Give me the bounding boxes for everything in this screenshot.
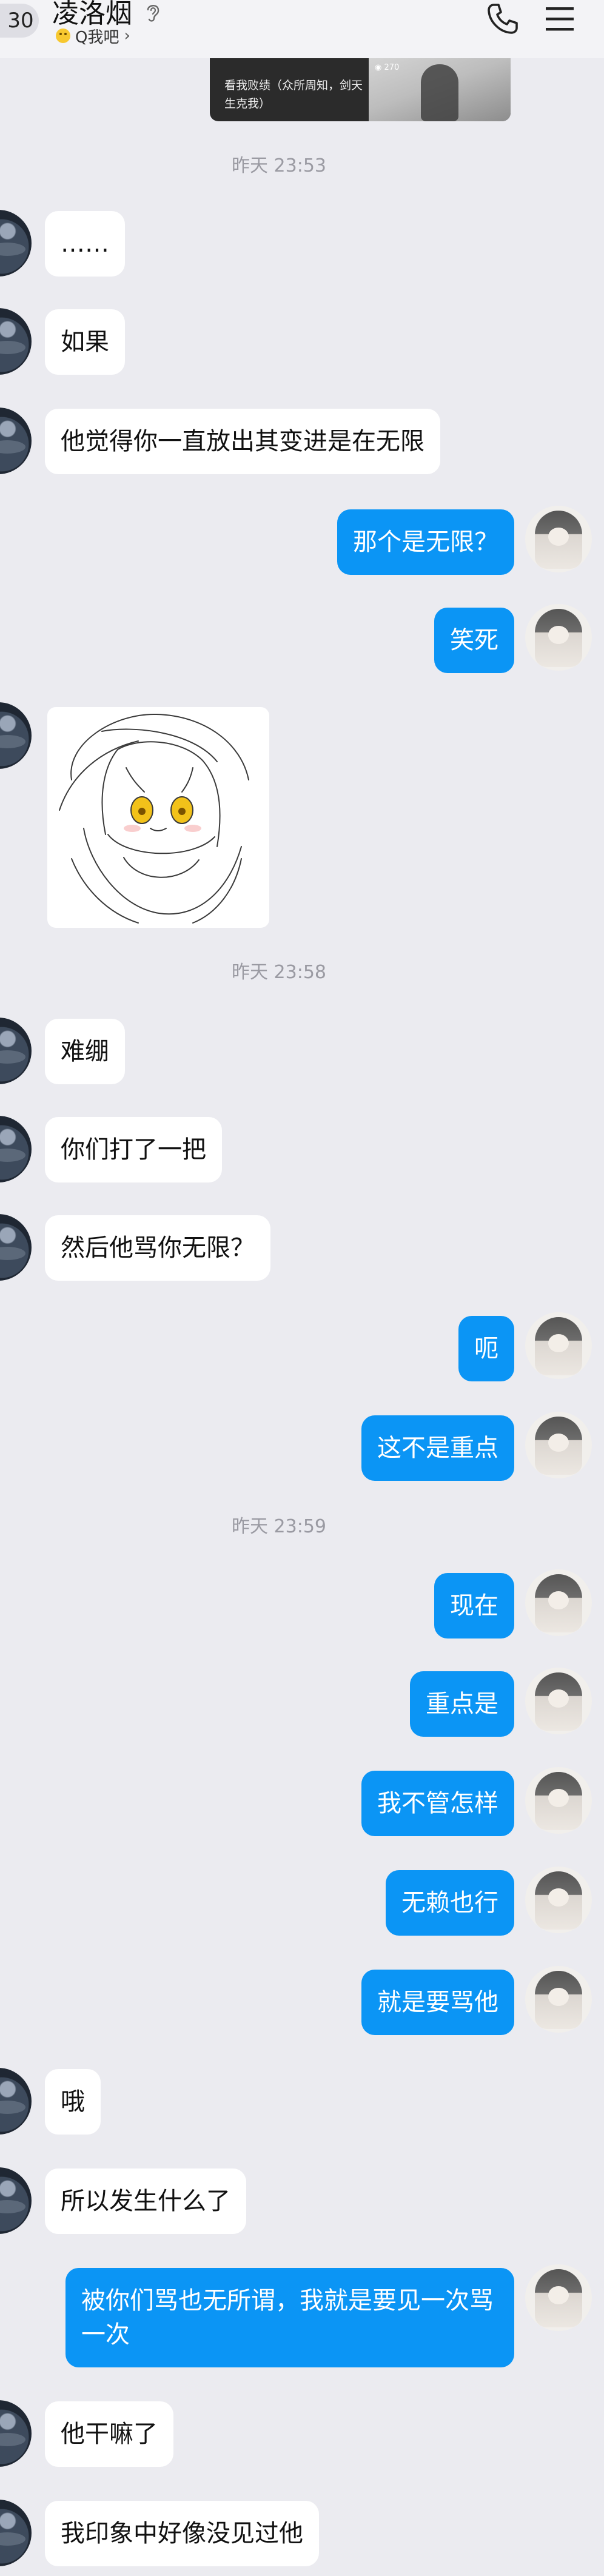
timestamp: 昨天 23:58: [232, 962, 326, 983]
message-bubble-in[interactable]: 然后他骂你无限？: [45, 1215, 270, 1281]
back-unread-badge[interactable]: 30: [0, 4, 39, 38]
phone-icon[interactable]: [485, 1, 520, 36]
my-avatar[interactable]: [525, 2264, 592, 2331]
contact-avatar[interactable]: [0, 2068, 32, 2135]
contact-avatar[interactable]: [0, 1116, 32, 1182]
contact-avatar[interactable]: [0, 1214, 32, 1281]
contact-avatar[interactable]: [0, 2167, 32, 2234]
message-bubble-out[interactable]: 那个是无限？: [337, 509, 514, 575]
my-avatar[interactable]: [525, 1966, 592, 2033]
message-bubble-out[interactable]: 现在: [434, 1573, 514, 1639]
contact-avatar[interactable]: [0, 702, 32, 769]
card-view-count: ◉ 270: [375, 63, 400, 72]
my-avatar[interactable]: [525, 1668, 592, 1734]
message-bubble-out[interactable]: 被你们骂也无所谓，我就是要见一次骂一次: [65, 2268, 514, 2367]
message-bubble-in[interactable]: 如果: [45, 309, 125, 375]
message-bubble-in[interactable]: 哦: [45, 2069, 101, 2135]
my-avatar[interactable]: [525, 604, 592, 671]
timestamp: 昨天 23:59: [232, 1516, 326, 1537]
card-thumbnail: ◉ 270: [369, 58, 511, 121]
shared-video-card[interactable]: 看我败绩（众所周知，剑天生克我） ◉ 270: [210, 58, 511, 121]
online-status[interactable]: Q我吧 ›: [56, 25, 130, 47]
message-bubble-in[interactable]: 难绷: [45, 1019, 125, 1084]
message-bubble-in[interactable]: 所以发生什么了: [45, 2168, 246, 2234]
sticker-drawing: [59, 713, 249, 924]
message-bubble-out[interactable]: 就是要骂他: [361, 1970, 514, 2035]
contact-avatar[interactable]: [0, 2500, 32, 2566]
message-bubble-out[interactable]: 重点是: [410, 1671, 514, 1737]
timestamp: 昨天 23:53: [232, 155, 326, 176]
my-avatar[interactable]: [525, 1867, 592, 1933]
contact-avatar[interactable]: [0, 210, 32, 277]
chevron-right-icon: ›: [124, 27, 130, 45]
status-text: Q我吧: [75, 28, 119, 47]
contact-avatar[interactable]: [0, 408, 32, 474]
contact-avatar[interactable]: [0, 1018, 32, 1084]
menu-icon[interactable]: [545, 5, 575, 33]
message-bubble-out[interactable]: 呃: [458, 1316, 514, 1381]
chat-screen: 30 凌洛烟 Q我吧 › 看我败绩（众所周知，剑天生克我） ◉ 270 昨天 2…: [0, 0, 604, 2576]
message-bubble-out[interactable]: 我不管怎样: [361, 1771, 514, 1836]
message-bubble-in[interactable]: 你们打了一把: [45, 1117, 222, 1182]
message-bubble-in[interactable]: 我印象中好像没见过他: [45, 2501, 319, 2566]
message-bubble-in[interactable]: 他觉得你一直放出其变进是在无限: [45, 409, 440, 474]
my-avatar[interactable]: [525, 1767, 592, 1834]
contact-avatar[interactable]: [0, 2400, 32, 2467]
message-bubble-out[interactable]: 无赖也行: [386, 1870, 514, 1936]
message-bubble-in[interactable]: ……: [45, 211, 125, 277]
chat-header: 30 凌洛烟 Q我吧 ›: [0, 0, 604, 58]
my-avatar[interactable]: [525, 1569, 592, 1636]
message-bubble-out[interactable]: 这不是重点: [361, 1415, 514, 1481]
message-bubble-in[interactable]: 他干嘛了: [45, 2401, 173, 2467]
my-avatar[interactable]: [525, 1312, 592, 1379]
anime-girl-sticker[interactable]: [47, 707, 269, 928]
message-bubble-out[interactable]: 笑死: [434, 608, 514, 673]
card-caption: 看我败绩（众所周知，剑天生克我）: [224, 79, 363, 110]
ear-icon: [147, 5, 159, 22]
my-avatar[interactable]: [525, 506, 592, 572]
contact-avatar[interactable]: [0, 308, 32, 375]
my-avatar[interactable]: [525, 1412, 592, 1478]
status-emoji-icon: [56, 29, 70, 43]
